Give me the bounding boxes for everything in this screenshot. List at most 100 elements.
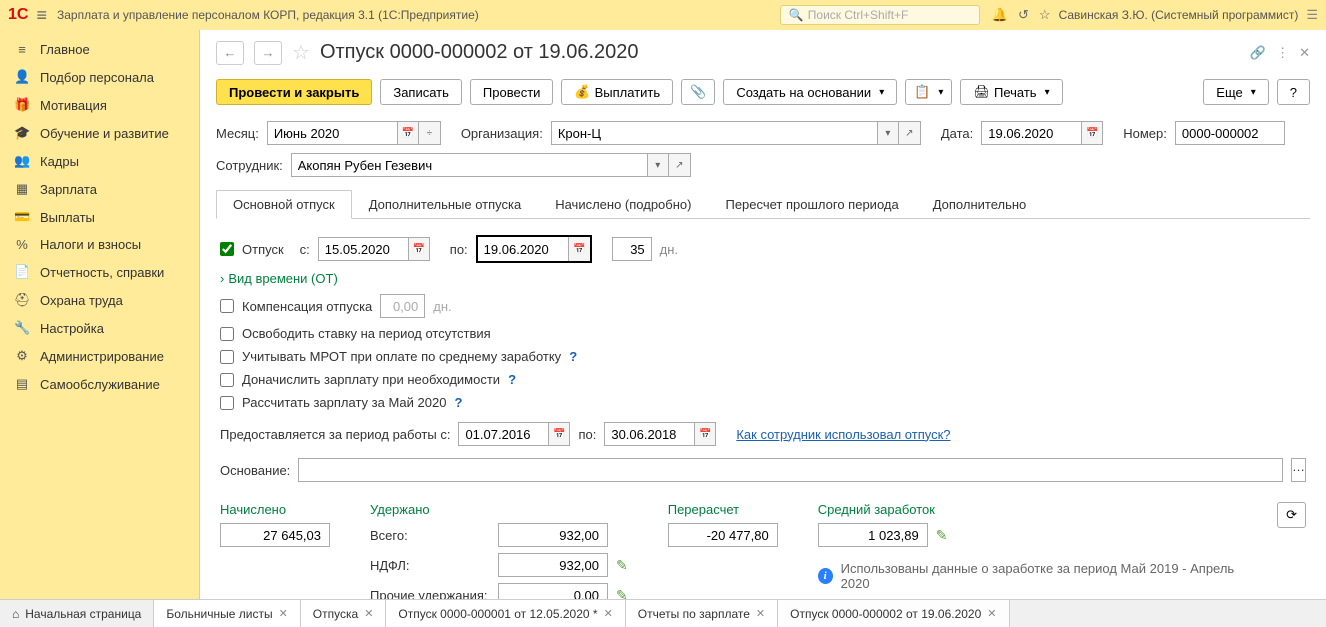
star-icon[interactable]: ☆ (1039, 7, 1051, 23)
more-button[interactable]: Еще (1203, 79, 1268, 105)
close-icon[interactable]: ✕ (987, 607, 996, 620)
tab-accrued-detail[interactable]: Начислено (подробно) (538, 190, 708, 219)
vacation-checkbox[interactable] (220, 242, 234, 256)
vacation-to-input[interactable] (478, 237, 568, 261)
link-icon[interactable]: 🔗 (1250, 45, 1266, 61)
logo-1c: 1C (8, 6, 28, 24)
calendar-icon[interactable]: 📅 (694, 422, 716, 446)
accrue-salary-checkbox[interactable] (220, 373, 234, 387)
calendar-icon[interactable]: 📅 (548, 422, 570, 446)
help-icon[interactable]: ? (454, 395, 462, 410)
close-icon[interactable]: ✕ (756, 607, 765, 620)
close-icon[interactable]: ✕ (279, 607, 288, 620)
bottom-tab-reports[interactable]: Отчеты по зарплате✕ (626, 600, 778, 627)
total-value[interactable] (498, 523, 608, 547)
other-value[interactable] (498, 583, 608, 599)
help-icon[interactable]: ? (508, 372, 516, 387)
time-type-link[interactable]: ›Вид времени (ОТ) (220, 271, 338, 286)
user-label[interactable]: Савинская З.Ю. (Системный программист) (1059, 8, 1299, 22)
date-input[interactable] (981, 121, 1081, 145)
accrued-value[interactable] (220, 523, 330, 547)
tab-recalc-prev[interactable]: Пересчет прошлого периода (708, 190, 915, 219)
refresh-button[interactable]: ⟳ (1277, 502, 1306, 528)
post-button[interactable]: Провести (470, 79, 554, 105)
recalc-checkbox[interactable] (220, 396, 234, 410)
help-button[interactable]: ? (1277, 79, 1310, 105)
create-based-button[interactable]: Создать на основании (723, 79, 897, 105)
search-input[interactable]: 🔍 Поиск Ctrl+Shift+F (780, 5, 980, 25)
org-input[interactable] (551, 121, 877, 145)
menu-icon[interactable]: ≡ (36, 5, 47, 26)
sidebar-item-settings[interactable]: 🔧Настройка (0, 314, 199, 342)
sidebar-item-motivation[interactable]: 🎁Мотивация (0, 91, 199, 119)
tab-extra[interactable]: Дополнительно (916, 190, 1044, 219)
more-menu-icon[interactable]: ⋮ (1276, 45, 1289, 61)
bottom-tab-sicklist[interactable]: Больничные листы✕ (154, 600, 300, 627)
calendar-icon[interactable]: 📅 (1081, 121, 1103, 145)
bottom-tab-vacation1[interactable]: Отпуск 0000-000001 от 12.05.2020 *✕ (386, 600, 625, 627)
pencil-icon[interactable]: ✎ (616, 587, 628, 600)
attach-button[interactable]: 📎 (681, 79, 715, 105)
avg-value[interactable] (818, 523, 928, 547)
dropdown-icon[interactable]: ▾ (877, 121, 899, 145)
refresh-icon: ⟳ (1286, 507, 1297, 523)
spinner-icon[interactable]: ÷ (419, 121, 441, 145)
number-input[interactable] (1175, 121, 1285, 145)
sidebar-item-taxes[interactable]: %Налоги и взносы (0, 231, 199, 258)
print-button[interactable]: 🖨Печать (960, 79, 1062, 105)
days-input[interactable] (612, 237, 652, 261)
month-input[interactable] (267, 121, 397, 145)
help-icon[interactable]: ? (569, 349, 577, 364)
close-icon[interactable]: ✕ (364, 607, 373, 620)
pencil-icon[interactable]: ✎ (936, 527, 948, 544)
post-and-close-button[interactable]: Провести и закрыть (216, 79, 372, 105)
pencil-icon[interactable]: ✎ (616, 557, 628, 574)
sidebar: ≡Главное 👤Подбор персонала 🎁Мотивация 🎓О… (0, 30, 200, 599)
sidebar-item-main[interactable]: ≡Главное (0, 36, 199, 63)
calendar-icon[interactable]: 📅 (397, 121, 419, 145)
sidebar-item-hr[interactable]: 👥Кадры (0, 147, 199, 175)
panel-icon[interactable]: ☰ (1306, 7, 1318, 23)
open-icon[interactable]: ↗ (899, 121, 921, 145)
close-icon[interactable]: ✕ (604, 607, 613, 620)
close-icon[interactable]: ✕ (1299, 45, 1310, 61)
vacation-from-input[interactable] (318, 237, 408, 261)
employee-input[interactable] (291, 153, 647, 177)
sidebar-item-safety[interactable]: ⛑Охрана труда (0, 286, 199, 314)
nav-forward-button[interactable]: → (254, 41, 282, 65)
basis-input[interactable] (298, 458, 1283, 482)
dropdown-icon[interactable]: ▾ (647, 153, 669, 177)
recalc-value[interactable] (668, 523, 778, 547)
open-icon[interactable]: ↗ (669, 153, 691, 177)
copy-button[interactable]: 📋 (905, 79, 952, 105)
ndfl-value[interactable] (498, 553, 608, 577)
compensation-checkbox[interactable] (220, 299, 234, 313)
bottom-tab-vacations[interactable]: Отпуска✕ (301, 600, 387, 627)
sidebar-item-selfservice[interactable]: ▤Самообслуживание (0, 370, 199, 398)
tab-main-vacation[interactable]: Основной отпуск (216, 190, 352, 219)
sidebar-item-salary[interactable]: ▦Зарплата (0, 175, 199, 203)
period-from-input[interactable] (458, 422, 548, 446)
favorite-star-icon[interactable]: ☆ (292, 40, 310, 65)
tab-additional[interactable]: Дополнительные отпуска (352, 190, 539, 219)
history-icon[interactable]: ↺ (1018, 7, 1029, 23)
bottom-tab-vacation2[interactable]: Отпуск 0000-000002 от 19.06.2020✕ (778, 600, 1009, 627)
mrot-checkbox[interactable] (220, 350, 234, 364)
calendar-icon[interactable]: 📅 (568, 237, 590, 261)
sidebar-item-recruit[interactable]: 👤Подбор персонала (0, 63, 199, 91)
basis-ellipsis-button[interactable]: … (1291, 458, 1306, 482)
calendar-icon[interactable]: 📅 (408, 237, 430, 261)
usage-link[interactable]: Как сотрудник использовал отпуск? (736, 427, 950, 442)
sidebar-item-education[interactable]: 🎓Обучение и развитие (0, 119, 199, 147)
sidebar-item-payments[interactable]: 💳Выплаты (0, 203, 199, 231)
sidebar-item-admin[interactable]: ⚙Администрирование (0, 342, 199, 370)
nav-back-button[interactable]: ← (216, 41, 244, 65)
release-checkbox[interactable] (220, 327, 234, 341)
bottom-tab-home[interactable]: ⌂Начальная страница (0, 600, 154, 627)
pay-button[interactable]: 💰Выплатить (561, 79, 673, 105)
sidebar-item-reports[interactable]: 📄Отчетность, справки (0, 258, 199, 286)
ndfl-label: НДФЛ: (370, 558, 490, 573)
bell-icon[interactable]: 🔔 (992, 7, 1008, 23)
save-button[interactable]: Записать (380, 79, 462, 105)
period-to-input[interactable] (604, 422, 694, 446)
